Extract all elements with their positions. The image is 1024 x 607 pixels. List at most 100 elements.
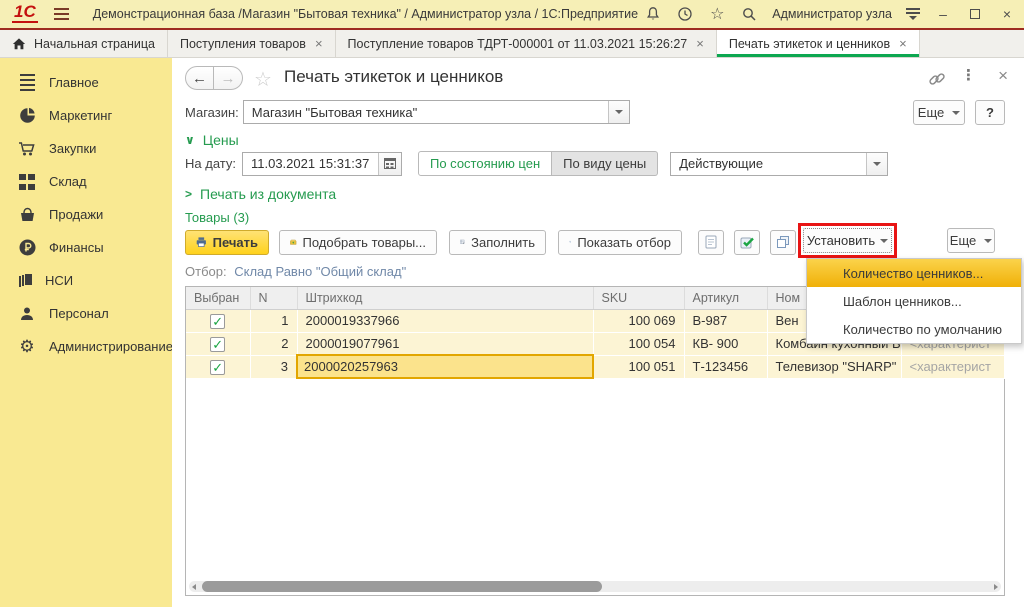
toggle-by-price-state[interactable]: По состоянию цен bbox=[418, 151, 552, 176]
price-kind-dropdown-button[interactable] bbox=[866, 153, 887, 175]
cell-article[interactable]: Т-123456 bbox=[684, 355, 767, 378]
main-menu-icon[interactable] bbox=[54, 8, 69, 20]
scroll-left-arrow-icon[interactable] bbox=[192, 584, 196, 590]
print-from-document-section-header[interactable]: > Печать из документа bbox=[185, 186, 336, 202]
sidebar-item-nsi[interactable]: НСИ bbox=[0, 264, 172, 297]
toggle-by-price-kind[interactable]: По виду цены bbox=[552, 151, 658, 176]
sidebar-item-sales[interactable]: Продажи bbox=[0, 198, 172, 231]
scroll-right-arrow-icon[interactable] bbox=[994, 584, 998, 590]
list-settings-button[interactable] bbox=[698, 230, 724, 255]
section-label: Цены bbox=[203, 132, 239, 148]
price-kind-field[interactable]: Действующие bbox=[670, 152, 888, 176]
col-barcode[interactable]: Штрихкод bbox=[297, 287, 593, 309]
kebab-menu-icon[interactable]: ⋮ bbox=[961, 66, 976, 84]
get-link-icon[interactable] bbox=[928, 70, 946, 88]
store-dropdown-button[interactable] bbox=[608, 101, 629, 123]
cell-characteristic[interactable]: <характерист bbox=[901, 355, 1004, 378]
tab-home[interactable]: Начальная страница bbox=[0, 30, 168, 57]
favorites-star-icon[interactable]: ☆ bbox=[708, 5, 726, 23]
help-button[interactable]: ? bbox=[975, 100, 1005, 125]
set-label: Установить bbox=[807, 233, 875, 248]
copy-icon bbox=[776, 235, 790, 249]
row-checkbox[interactable]: ✓ bbox=[210, 337, 225, 352]
app-title: Демонстрационная база /Магазин "Бытовая … bbox=[93, 7, 638, 21]
tab-label: Начальная страница bbox=[34, 37, 155, 51]
tab-goods-receipts-list[interactable]: Поступления товаров × bbox=[168, 30, 336, 57]
cell-article[interactable]: В-987 bbox=[684, 309, 767, 332]
date-field[interactable]: 11.03.2021 15:31:37 bbox=[242, 152, 402, 176]
filter-row[interactable]: Отбор: Склад Равно "Общий склад" bbox=[185, 264, 406, 279]
store-field[interactable]: Магазин "Бытовая техника" bbox=[243, 100, 630, 124]
current-user[interactable]: Администратор узла bbox=[772, 7, 892, 21]
row-checkbox[interactable]: ✓ bbox=[210, 314, 225, 329]
sidebar-item-purchases[interactable]: Закупки bbox=[0, 132, 172, 165]
sidebar-item-personnel[interactable]: Персонал bbox=[0, 297, 172, 330]
cell-barcode[interactable]: 2000019077961 bbox=[297, 332, 593, 355]
fill-button[interactable]: Заполнить bbox=[449, 230, 546, 255]
copy-button[interactable] bbox=[770, 230, 796, 255]
set-dropdown-menu: Количество ценников... Шаблон ценников..… bbox=[806, 258, 1022, 344]
col-article[interactable]: Артикул bbox=[684, 287, 767, 309]
cell-sku[interactable]: 100 051 bbox=[593, 355, 684, 378]
cell-barcode-focused[interactable]: 2000020257963 bbox=[297, 355, 593, 378]
back-button[interactable]: ← bbox=[185, 66, 214, 90]
cell-n[interactable]: 2 bbox=[250, 332, 297, 355]
sidebar-item-label: Закупки bbox=[49, 141, 96, 156]
sidebar-item-finance[interactable]: Финансы bbox=[0, 231, 172, 264]
print-button[interactable]: Печать bbox=[185, 230, 269, 255]
sidebar-item-main[interactable]: Главное bbox=[0, 66, 172, 99]
titlebar: 1С Демонстрационная база /Магазин "Бытов… bbox=[0, 0, 1024, 30]
col-n[interactable]: N bbox=[250, 287, 297, 309]
goods-toolbar: Печать Подобрать товары... Заполнить Пок… bbox=[185, 228, 796, 256]
sidebar-item-administration[interactable]: ⚙ Администрирование bbox=[0, 330, 172, 363]
cell-barcode[interactable]: 2000019337966 bbox=[297, 309, 593, 332]
minimize-button[interactable]: – bbox=[934, 6, 952, 22]
tab-print-labels[interactable]: Печать этикеток и ценников × bbox=[717, 30, 920, 57]
set-checkmarks-button[interactable] bbox=[734, 230, 760, 255]
service-menu-icon[interactable] bbox=[906, 8, 920, 20]
search-icon[interactable] bbox=[740, 5, 758, 23]
menu-item-price-tags-template[interactable]: Шаблон ценников... bbox=[807, 287, 1021, 315]
show-filter-button[interactable]: Показать отбор bbox=[558, 230, 682, 255]
cell-nomenclature[interactable]: Телевизор "SHARP" bbox=[767, 355, 901, 378]
cell-sku[interactable]: 100 054 bbox=[593, 332, 684, 355]
ruble-circle-icon bbox=[18, 239, 36, 257]
tab-close-icon[interactable]: × bbox=[899, 36, 907, 51]
scrollbar-thumb[interactable] bbox=[202, 581, 602, 592]
chevron-down-icon bbox=[952, 111, 960, 115]
cell-article[interactable]: КВ- 900 bbox=[684, 332, 767, 355]
history-icon[interactable] bbox=[676, 5, 694, 23]
sidebar-item-marketing[interactable]: Маркетинг bbox=[0, 99, 172, 132]
menu-item-price-tags-quantity[interactable]: Количество ценников... bbox=[807, 259, 1021, 287]
row-checkbox[interactable]: ✓ bbox=[210, 360, 225, 375]
pick-goods-icon bbox=[290, 235, 297, 249]
horizontal-scrollbar[interactable] bbox=[189, 581, 1001, 592]
forward-button[interactable]: → bbox=[214, 66, 243, 90]
maximize-button[interactable] bbox=[966, 6, 984, 22]
chevron-collapsed-icon: > bbox=[185, 187, 192, 201]
close-form-icon[interactable]: × bbox=[998, 66, 1008, 86]
sidebar-item-warehouse[interactable]: Склад bbox=[0, 165, 172, 198]
col-selected[interactable]: Выбран bbox=[186, 287, 250, 309]
col-sku[interactable]: SKU bbox=[593, 287, 684, 309]
tab-goods-receipt-document[interactable]: Поступление товаров ТДРТ-000001 от 11.03… bbox=[336, 30, 717, 57]
table-row[interactable]: ✓ 3 2000020257963 100 051 Т-123456 Телев… bbox=[186, 355, 1004, 378]
set-button[interactable]: Установить bbox=[803, 228, 892, 253]
sidebar-item-label: Персонал bbox=[49, 306, 109, 321]
close-window-button[interactable]: × bbox=[998, 6, 1016, 22]
prices-section-header[interactable]: ∨ Цены bbox=[185, 132, 239, 148]
add-to-favorites-star-icon[interactable]: ☆ bbox=[254, 67, 272, 92]
form-more-button[interactable]: Еще bbox=[913, 100, 965, 125]
toolbar-more-button[interactable]: Еще bbox=[947, 228, 995, 253]
notifications-bell-icon[interactable] bbox=[644, 5, 662, 23]
cell-n[interactable]: 3 bbox=[250, 355, 297, 378]
cell-sku[interactable]: 100 069 bbox=[593, 309, 684, 332]
calendar-button[interactable] bbox=[378, 153, 401, 175]
pick-goods-button[interactable]: Подобрать товары... bbox=[279, 230, 437, 255]
more-label: Еще bbox=[950, 233, 976, 248]
print-label: Печать bbox=[213, 235, 258, 250]
tab-close-icon[interactable]: × bbox=[696, 36, 704, 51]
menu-item-default-quantity[interactable]: Количество по умолчанию bbox=[807, 315, 1021, 343]
tab-close-icon[interactable]: × bbox=[315, 36, 323, 51]
cell-n[interactable]: 1 bbox=[250, 309, 297, 332]
